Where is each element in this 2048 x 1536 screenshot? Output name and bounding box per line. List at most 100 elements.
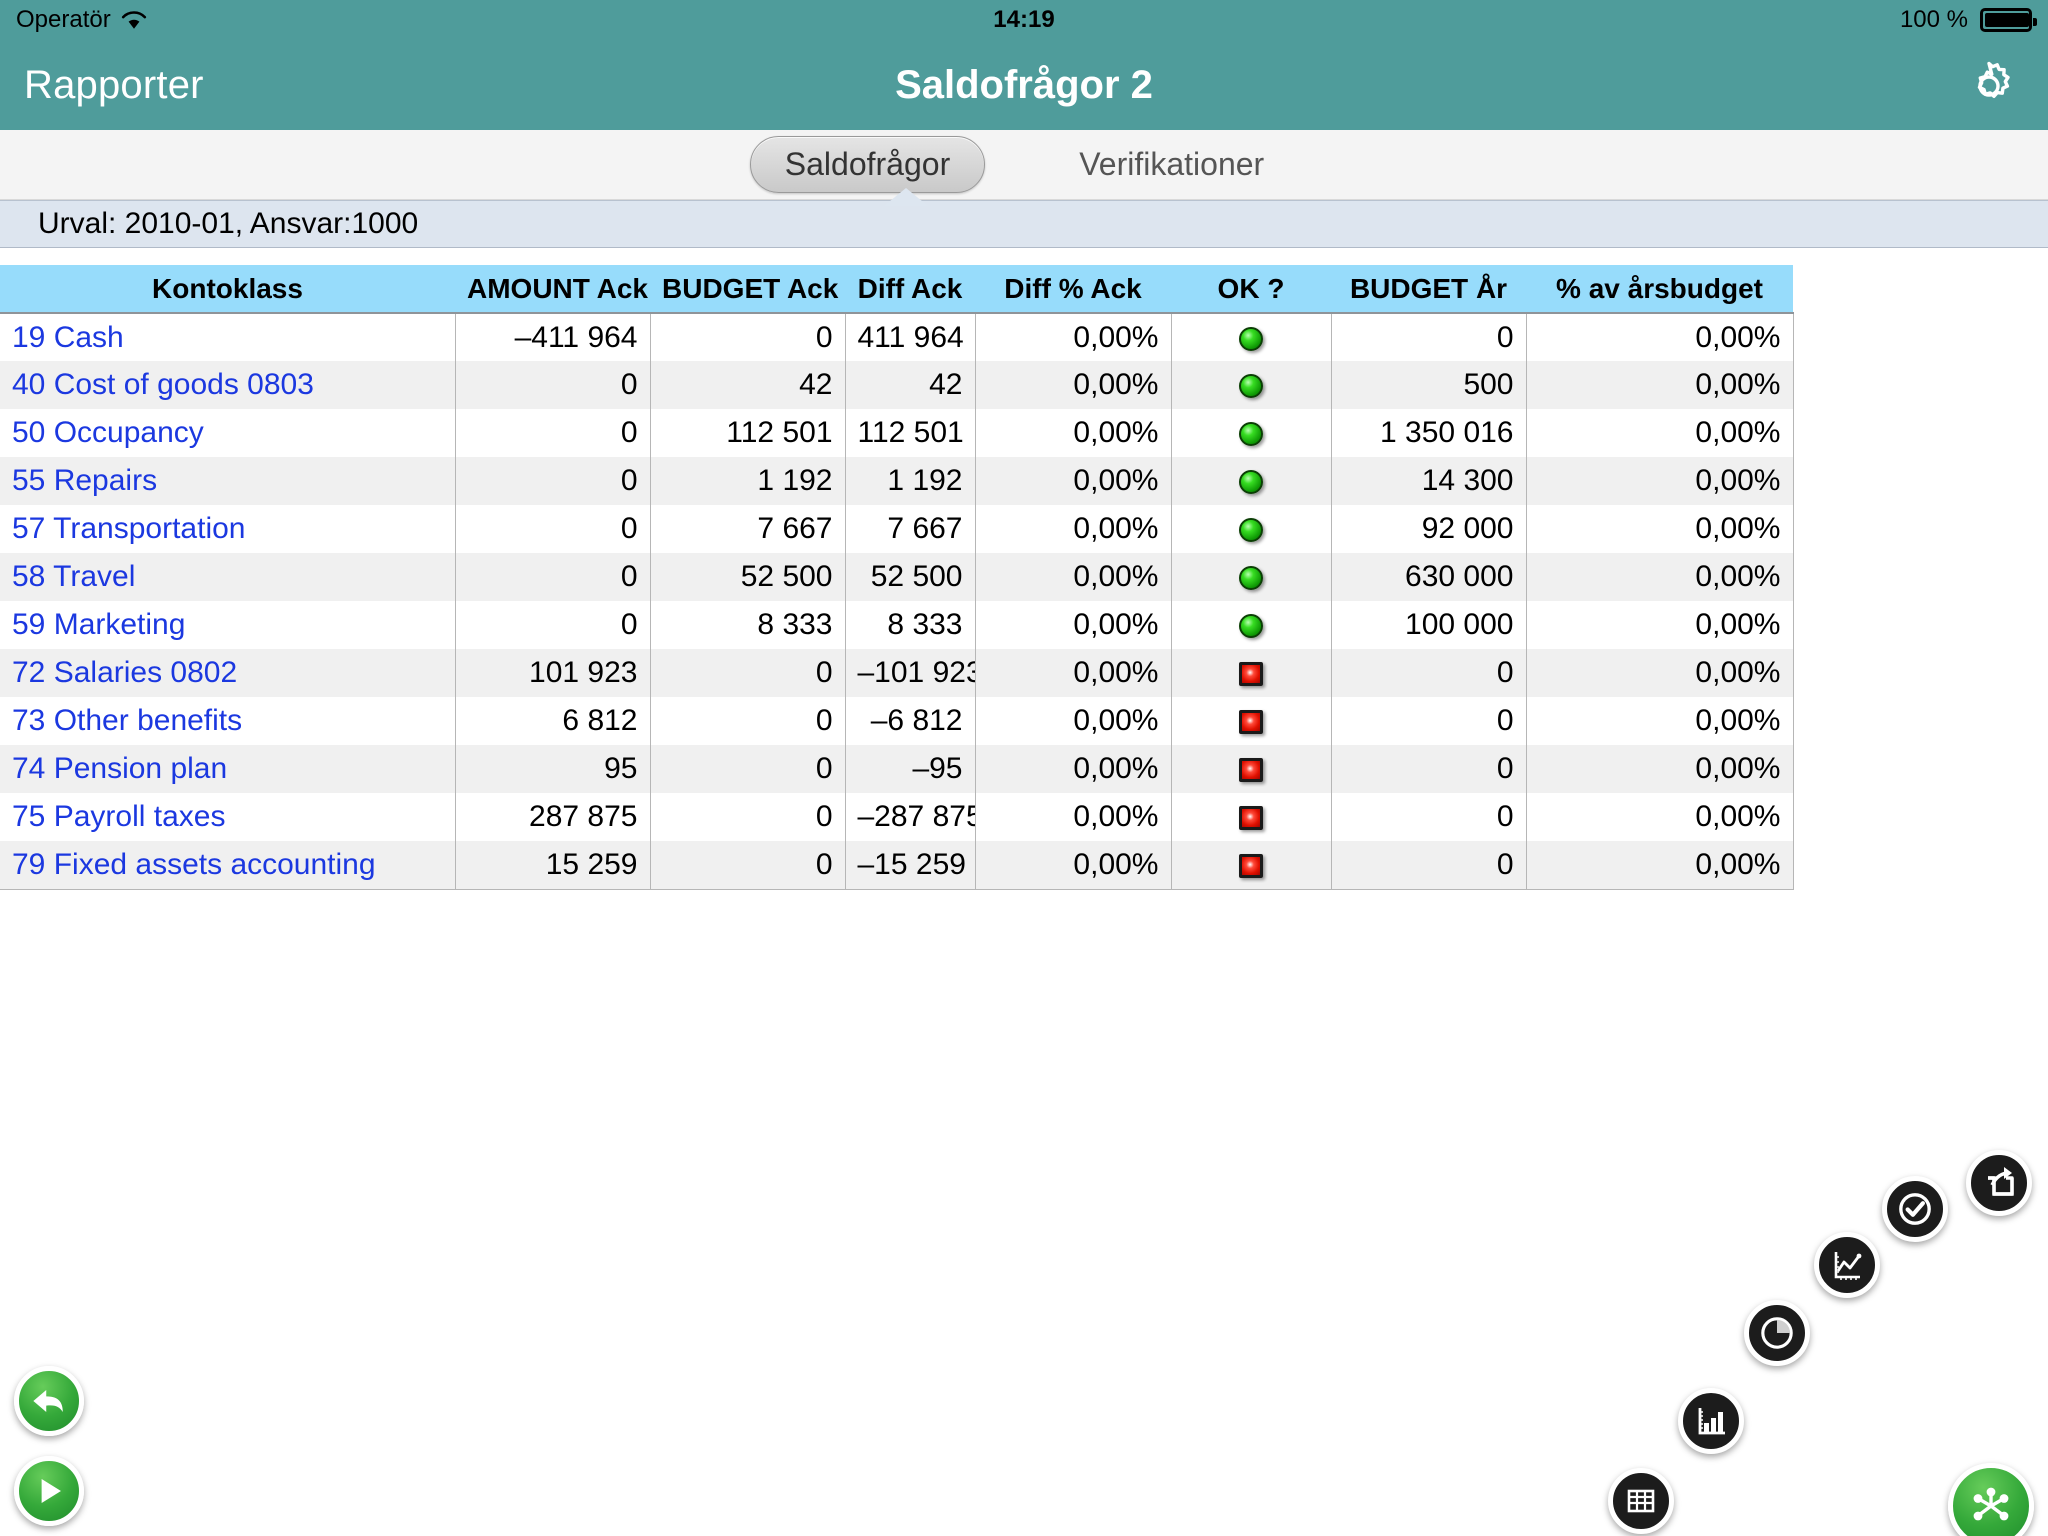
cell-diff-ack: –101 923 [845, 649, 976, 697]
selection-bar: Urval: 2010-01, Ansvar:1000 [0, 200, 2048, 248]
cell-diff-ack: 411 964 [845, 313, 976, 361]
tab-saldofragor[interactable]: Saldofrågor [749, 136, 986, 193]
back-arrow-icon[interactable] [14, 1366, 84, 1436]
cell-budget-ack: 0 [650, 841, 846, 890]
table-grid-icon[interactable] [1608, 1468, 1674, 1534]
cell-diff-pct-ack: 0,00% [975, 313, 1172, 361]
cell-diff-ack: 52 500 [845, 553, 976, 601]
cell-diff-ack: 42 [845, 361, 976, 409]
cell-amount-ack: 101 923 [455, 649, 651, 697]
cell-kontoklass: 59 Marketing [0, 601, 456, 649]
status-ok-green-icon [1239, 566, 1263, 591]
status-ok-green-icon [1239, 422, 1263, 447]
cell-budget-ar: 100 000 [1331, 601, 1527, 649]
cell-diff-pct-ack: 0,00% [975, 601, 1172, 649]
line-chart-icon[interactable] [1814, 1232, 1880, 1298]
table-row[interactable]: 59 Marketing 0 8 333 8 333 0,00% 100 000 0,00% [0, 601, 1794, 649]
status-ok-green-icon [1239, 326, 1263, 351]
cell-diff-ack: –6 812 [845, 697, 976, 745]
cell-diff-pct-ack: 0,00% [975, 649, 1172, 697]
cell-budget-ack: 0 [650, 697, 846, 745]
bar-chart-icon[interactable] [1678, 1388, 1744, 1454]
cell-kontoklass: 73 Other benefits [0, 697, 456, 745]
cell-kontoklass: 55 Repairs [0, 457, 456, 505]
table-row[interactable]: 73 Other benefits 6 812 0 –6 812 0,00% 0 0,00% [0, 697, 1794, 745]
share-icon[interactable] [1966, 1150, 2032, 1216]
play-icon[interactable] [14, 1456, 84, 1526]
table-row[interactable]: 58 Travel 0 52 500 52 500 0,00% 630 000 0,00% [0, 553, 1794, 601]
cell-diff-pct-ack: 0,00% [975, 409, 1172, 457]
cell-budget-ar: 1 350 016 [1331, 409, 1527, 457]
cell-ok-status [1171, 409, 1332, 457]
cell-kontoklass: 19 Cash [0, 313, 456, 361]
table-row[interactable]: 79 Fixed assets accounting 15 259 0 –15 259… [0, 841, 1794, 890]
cell-budget-ack: 112 501 [650, 409, 846, 457]
cell-diff-pct-ack: 0,00% [975, 553, 1172, 601]
cell-pct-arsbudget: 0,00% [1526, 313, 1794, 361]
column-header-budget-ar[interactable]: BUDGET År [1331, 265, 1526, 314]
column-header-diff-ack[interactable]: Diff Ack [845, 265, 975, 314]
column-header-amount-ack[interactable]: AMOUNT Ack [455, 265, 650, 314]
cell-diff-ack: 8 333 [845, 601, 976, 649]
gear-icon[interactable] [1962, 58, 2016, 112]
cell-ok-status [1171, 745, 1332, 793]
cell-amount-ack: 0 [455, 409, 651, 457]
selection-text: Urval: 2010-01, Ansvar:1000 [38, 207, 419, 240]
column-header-budget-ack[interactable]: BUDGET Ack [650, 265, 845, 314]
cell-budget-ack: 1 192 [650, 457, 846, 505]
table-header-row: Kontoklass AMOUNT Ack BUDGET Ack Diff Ac… [0, 265, 1793, 314]
cell-budget-ar: 630 000 [1331, 553, 1527, 601]
cell-pct-arsbudget: 0,00% [1526, 553, 1794, 601]
cell-budget-ar: 0 [1331, 697, 1527, 745]
table-row[interactable]: 72 Salaries 0802 101 923 0 –101 923 0,00% 0 0,… [0, 649, 1794, 697]
cell-pct-arsbudget: 0,00% [1526, 649, 1794, 697]
cell-budget-ack: 7 667 [650, 505, 846, 553]
cell-budget-ar: 92 000 [1331, 505, 1527, 553]
tab-verifikationer[interactable]: Verifikationer [1045, 137, 1298, 192]
cell-amount-ack: 15 259 [455, 841, 651, 890]
table-row[interactable]: 50 Occupancy 0 112 501 112 501 0,00% 1 350 01… [0, 409, 1794, 457]
cell-ok-status [1171, 841, 1332, 890]
cell-kontoklass: 79 Fixed assets accounting [0, 841, 456, 890]
status-bar-right: 100 % [1900, 6, 2037, 34]
table-row[interactable]: 40 Cost of goods 0803 0 42 42 0,00% 500 0,00% [0, 361, 1794, 409]
navigation-bar: Rapporter Saldofrågor 2 [0, 40, 2048, 130]
network-share-icon[interactable] [1948, 1463, 2034, 1536]
table-row[interactable]: 19 Cash –411 964 0 411 964 0,00% 0 0,00% [0, 313, 1794, 361]
cell-budget-ack: 52 500 [650, 553, 846, 601]
page-title: Saldofrågor 2 [895, 62, 1153, 107]
cell-pct-arsbudget: 0,00% [1526, 409, 1794, 457]
cell-diff-ack: 112 501 [845, 409, 976, 457]
balance-table: Kontoklass AMOUNT Ack BUDGET Ack Diff Ac… [0, 265, 1794, 890]
cell-budget-ar: 0 [1331, 745, 1527, 793]
cell-ok-status [1171, 649, 1332, 697]
cell-amount-ack: 287 875 [455, 793, 651, 841]
table-row[interactable]: 55 Repairs 0 1 192 1 192 0,00% 14 300 0,00% [0, 457, 1794, 505]
column-header-pct-arsbudget[interactable]: % av årsbudget [1526, 265, 1793, 314]
table-row[interactable]: 75 Payroll taxes 287 875 0 –287 875 0,00% 0 0,… [0, 793, 1794, 841]
status-ok-green-icon [1239, 518, 1263, 543]
cell-diff-ack: –95 [845, 745, 976, 793]
pie-chart-icon[interactable] [1744, 1300, 1810, 1366]
battery-icon [1980, 8, 2037, 32]
column-header-ok[interactable]: OK ? [1171, 265, 1331, 314]
cell-budget-ar: 0 [1331, 649, 1527, 697]
status-ok-green-icon [1239, 614, 1263, 639]
cell-budget-ack: 42 [650, 361, 846, 409]
table-header: Kontoklass AMOUNT Ack BUDGET Ack Diff Ac… [0, 265, 1793, 314]
status-ok-green-icon [1239, 470, 1263, 495]
table-row[interactable]: 74 Pension plan 95 0 –95 0,00% 0 0,00% [0, 745, 1794, 793]
status-alert-red-icon [1239, 758, 1263, 783]
check-circle-icon[interactable] [1882, 1176, 1948, 1242]
cell-budget-ar: 0 [1331, 313, 1527, 361]
cell-ok-status [1171, 361, 1332, 409]
cell-ok-status [1171, 313, 1332, 361]
cell-diff-ack: –287 875 [845, 793, 976, 841]
cell-budget-ar: 500 [1331, 361, 1527, 409]
cell-ok-status [1171, 601, 1332, 649]
cell-diff-ack: –15 259 [845, 841, 976, 890]
cell-amount-ack: 0 [455, 361, 651, 409]
table-row[interactable]: 57 Transportation 0 7 667 7 667 0,00% 92 000 0… [0, 505, 1794, 553]
column-header-kontoklass[interactable]: Kontoklass [0, 265, 455, 314]
column-header-diff-pct-ack[interactable]: Diff % Ack [975, 265, 1171, 314]
